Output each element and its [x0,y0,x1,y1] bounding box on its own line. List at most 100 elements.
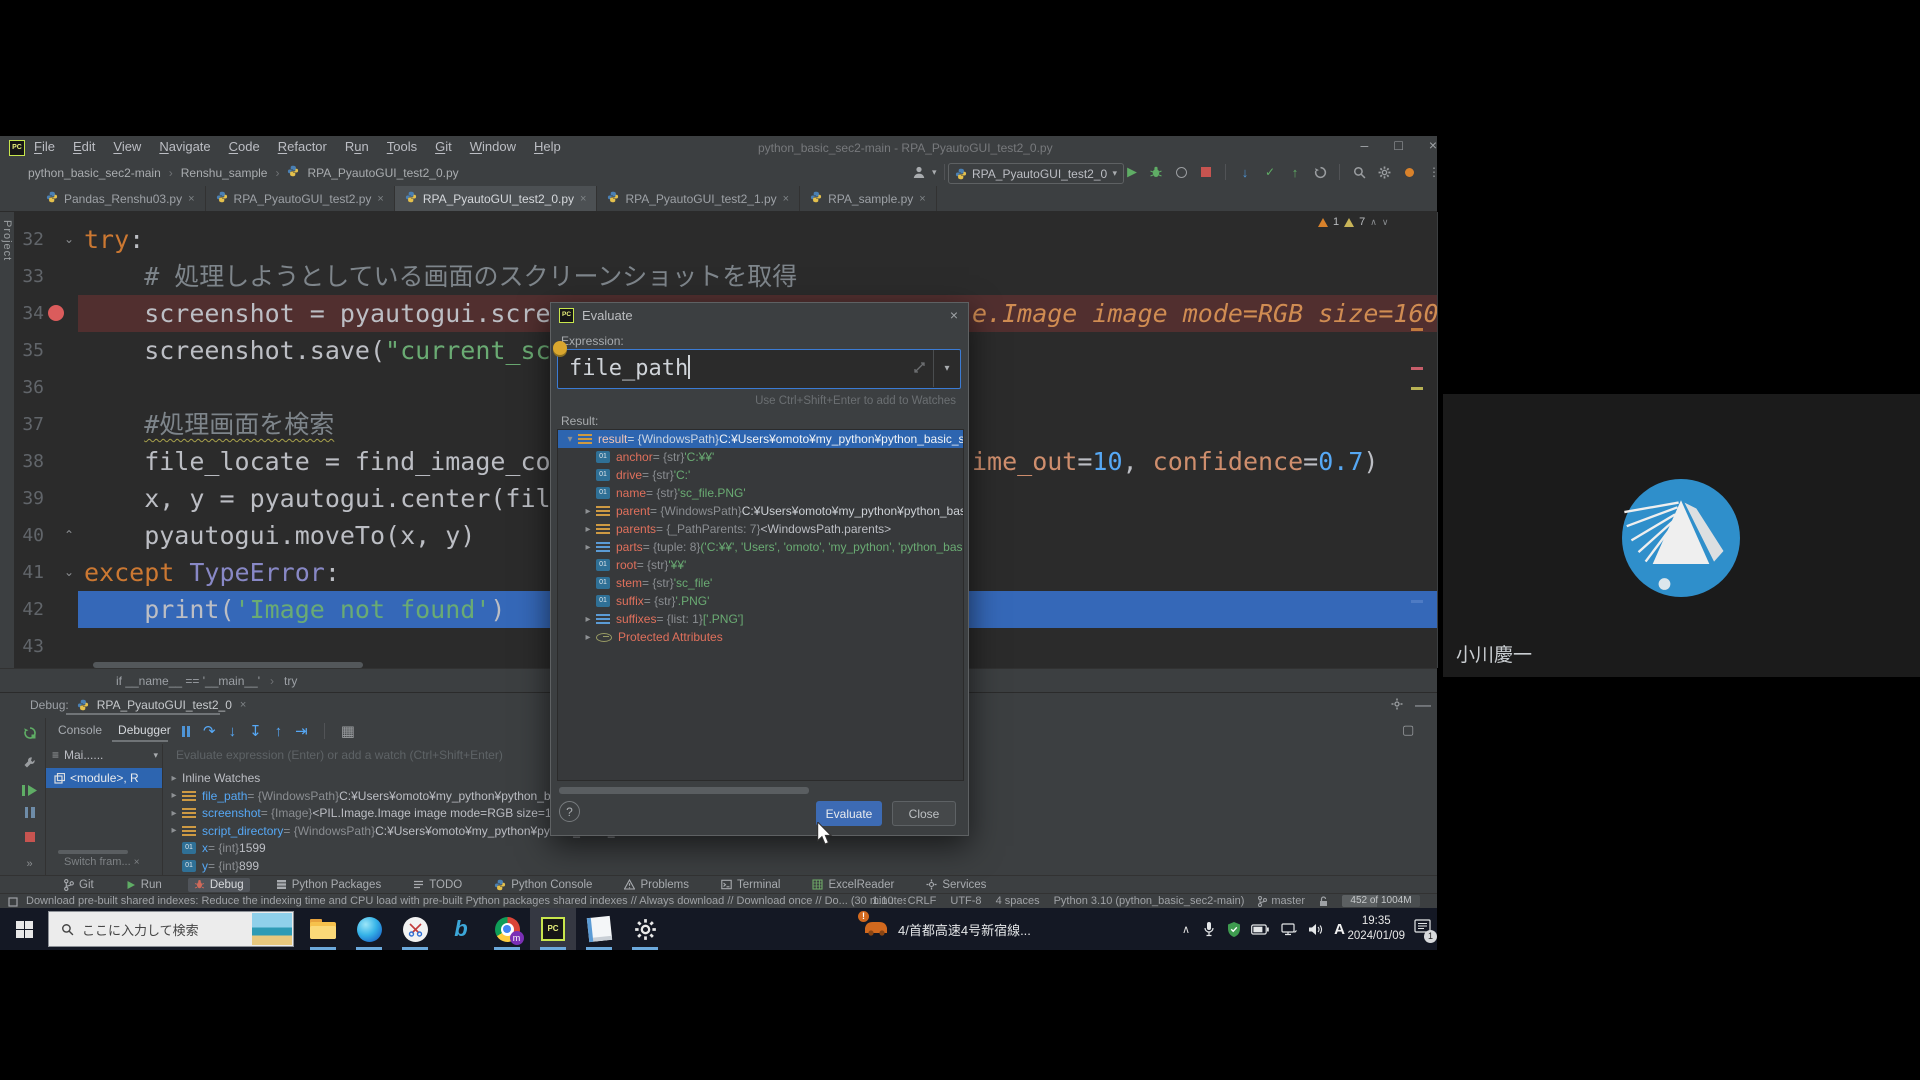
menu-tools[interactable]: Tools [387,139,417,154]
status-message[interactable]: Download pre-built shared indexes: Reduc… [26,895,906,907]
toolwindow-debug[interactable]: Debug [188,878,250,892]
tree-row-result[interactable]: ▾result = {WindowsPath} C:¥Users¥omoto¥m… [558,430,963,448]
run-to-cursor-icon[interactable]: ⇥ [295,722,308,740]
tree-row-suffixes[interactable]: ▸suffixes = {list: 1} ['.PNG'] [558,610,963,628]
background-tasks-icon[interactable] [8,897,18,907]
tree-expand-icon[interactable]: ▸ [580,506,596,517]
tree-row-protected-attributes[interactable]: ▸Protected Attributes [558,628,963,646]
fold-marker-icon[interactable]: ⌄ [62,221,76,258]
stripe-mark[interactable] [1411,367,1423,370]
tree-expand-icon[interactable]: ▸ [166,808,182,819]
user-icon[interactable] [910,163,928,181]
switch-frames-hint[interactable]: Switch fram... × [64,856,140,868]
prev-problem-icon[interactable]: ∧ [1370,217,1377,228]
taskbar-search-input[interactable]: ここに入力して検索 [48,911,294,947]
menu-code[interactable]: Code [229,139,260,154]
code-line[interactable]: screenshot = pyautogui.scre [84,295,551,332]
tree-expand-icon[interactable]: ▸ [580,542,596,553]
history-icon[interactable] [1311,163,1329,181]
tab-RPA_PyautoGUI_test2_1.py[interactable]: RPA_PyautoGUI_test2_1.py× [597,186,800,211]
breadcrumb-item[interactable]: python_basic_sec2-main [28,166,161,180]
code-line[interactable]: x, y = pyautogui.center(fil [84,480,551,517]
taskbar-app-settings[interactable] [622,908,668,950]
line-ending[interactable]: CRLF [908,895,937,907]
interpreter[interactable]: Python 3.10 (python_basic_sec2-main) [1054,895,1245,907]
tree-row-stem[interactable]: 01stem = {str} 'sc_file' [558,574,963,592]
stripe-mark[interactable] [1411,387,1423,390]
search-icon[interactable] [1350,163,1368,181]
indent-style[interactable]: 4 spaces [996,895,1040,907]
watch-row-x[interactable]: 01x = {int} 1599 [166,839,1437,857]
tab-console[interactable]: Console [58,723,102,737]
line-number[interactable]: 42 [16,591,44,628]
taskbar-app-file-explorer[interactable] [300,908,346,950]
tree-expand-icon[interactable]: ▸ [166,790,182,801]
tree-row-root[interactable]: 01root = {str} '¥¥' [558,556,963,574]
breadcrumb-main[interactable]: if __name__ == '__main__' [116,674,260,688]
inspections-widget[interactable]: 1 7 ∧ ∨ [1318,216,1388,228]
line-number[interactable]: 39 [16,480,44,517]
code-line[interactable]: pyautogui.moveTo(x, y) [84,517,475,554]
run-button[interactable] [1122,163,1140,181]
maximize-icon[interactable]: □ [1394,137,1402,153]
menu-run[interactable]: Run [345,139,369,154]
intention-bulb-icon[interactable] [553,341,567,355]
menu-edit[interactable]: Edit [73,139,95,154]
code-line[interactable]: try: [84,221,144,258]
step-over-icon[interactable]: ↷ [203,722,216,740]
stack-frame-row[interactable]: <module>, R [46,768,162,788]
search-highlight-image[interactable] [252,913,292,945]
hidden-icons-chevron[interactable]: ∧ [1182,908,1190,950]
code-line[interactable]: print('Image not found') [84,591,505,628]
show-execution-point-icon[interactable] [182,726,190,737]
caret-position[interactable]: 1:10 [872,895,893,907]
help-button[interactable]: ? [559,801,580,822]
git-commit-icon[interactable]: ✓ [1261,163,1279,181]
toolwindow-excelreader[interactable]: ExcelReader [806,878,900,892]
code-line[interactable]: #処理画面を検索 [84,406,334,443]
tab-close-icon[interactable]: × [580,193,586,205]
tree-row-name[interactable]: 01name = {str} 'sc_file.PNG' [558,484,963,502]
close-button[interactable]: Close [892,801,956,826]
tree-expand-icon[interactable]: ▸ [166,773,182,784]
lock-icon[interactable] [1319,896,1328,907]
close-session-icon[interactable]: × [240,699,246,711]
layout-settings-icon[interactable]: ▢ [1402,722,1414,738]
expression-input[interactable]: file_path ▾ [557,349,961,389]
chevron-down-icon[interactable]: ▾ [932,167,937,178]
tab-Pandas_Renshu03.py[interactable]: Pandas_Renshu03.py× [36,186,206,211]
expand-editor-icon[interactable] [913,361,926,374]
debug-session-tab[interactable]: RPA_PyautoGUI_test2_0 [97,698,232,712]
code-line[interactable]: file_locate = find_image_co [84,443,551,480]
settings-wrench-icon[interactable] [23,756,36,774]
tab-RPA_sample.py[interactable]: RPA_sample.py× [800,186,937,211]
hide-panel-icon[interactable]: — [1415,697,1431,715]
menu-window[interactable]: Window [470,139,516,154]
notification-center-icon[interactable]: 1 [1414,908,1431,950]
stop-icon[interactable] [25,829,35,847]
ime-indicator[interactable]: A [1334,908,1345,950]
more-actions-icon[interactable]: » [26,858,32,870]
battery-icon[interactable] [1251,908,1269,950]
coverage-button[interactable] [1172,163,1190,181]
breadcrumb-item[interactable]: Renshu_sample [181,166,268,180]
frames-scrollbar[interactable] [58,850,128,854]
toolwindow-problems[interactable]: Problems [618,878,695,892]
toolwindow-todo[interactable]: TODO [407,878,468,892]
resume-icon[interactable] [22,785,37,796]
menu-refactor[interactable]: Refactor [278,139,327,154]
tree-expand-icon[interactable]: ▸ [166,825,182,836]
tree-row-anchor[interactable]: 01anchor = {str} 'C:¥¥' [558,448,963,466]
tab-close-icon[interactable]: × [188,193,194,205]
minimize-icon[interactable]: – [1361,137,1369,153]
tab-close-icon[interactable]: × [783,193,789,205]
taskbar-app-notepad[interactable] [576,908,622,950]
breadcrumb-node[interactable]: try [284,674,297,688]
debug-button[interactable] [1147,163,1165,181]
tree-row-parents[interactable]: ▸parents = {_PathParents: 7} <WindowsPat… [558,520,963,538]
evaluate-expression-icon[interactable]: ▦ [341,722,355,740]
close-icon[interactable]: × [1429,137,1437,153]
line-number[interactable]: 32 [16,221,44,258]
menu-view[interactable]: View [113,139,141,154]
git-push-icon[interactable]: ↑ [1286,163,1304,181]
